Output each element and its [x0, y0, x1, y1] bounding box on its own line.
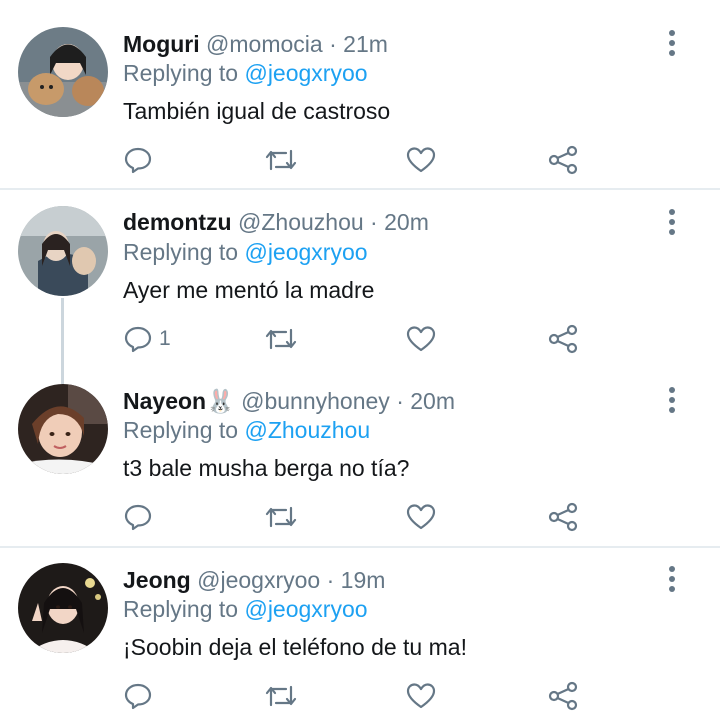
replying-to: Replying to @jeogxryoo: [123, 595, 368, 623]
replying-prefix: Replying to: [123, 417, 245, 443]
tweet-header: Moguri @momocia · 21m: [123, 30, 388, 58]
retweet-icon: [265, 328, 297, 350]
avatar[interactable]: [18, 384, 108, 474]
more-options-icon[interactable]: [662, 385, 682, 415]
username[interactable]: @jeogxryoo: [197, 567, 320, 593]
retweet-button[interactable]: [264, 500, 298, 534]
share-button[interactable]: [548, 500, 578, 534]
separator: ·: [322, 31, 344, 57]
tweet-header: demontzu @Zhouzhou · 20m: [123, 208, 429, 236]
retweet-button[interactable]: [264, 143, 298, 177]
heart-icon: [406, 326, 436, 352]
name-emoji: 🐰: [206, 388, 235, 414]
share-icon: [548, 145, 578, 175]
display-name[interactable]: Moguri: [123, 31, 200, 57]
more-options-icon[interactable]: [662, 564, 682, 594]
avatar[interactable]: [18, 206, 108, 296]
share-button[interactable]: [548, 679, 578, 713]
like-button[interactable]: [406, 679, 436, 713]
display-name[interactable]: demontzu: [123, 209, 232, 235]
divider: [0, 188, 720, 190]
share-button[interactable]: [548, 322, 578, 356]
username[interactable]: @Zhouzhou: [238, 209, 364, 235]
share-button[interactable]: [548, 143, 578, 177]
username[interactable]: @bunnyhoney: [241, 388, 390, 414]
separator: ·: [363, 209, 385, 235]
share-icon: [548, 681, 578, 711]
like-button[interactable]: [406, 500, 436, 534]
replying-to: Replying to @jeogxryoo: [123, 238, 368, 266]
mention-link[interactable]: @jeogxryoo: [244, 596, 367, 622]
like-button[interactable]: [406, 322, 436, 356]
reply-icon: [124, 683, 152, 710]
reply-icon: [124, 504, 152, 531]
timestamp[interactable]: 19m: [341, 567, 386, 593]
reply-button[interactable]: [123, 679, 159, 713]
timestamp[interactable]: 20m: [410, 388, 455, 414]
display-name[interactable]: Nayeon: [123, 388, 206, 414]
retweet-icon: [265, 506, 297, 528]
reply-count: 1: [159, 327, 171, 350]
mention-link[interactable]: @jeogxryoo: [244, 60, 367, 86]
reply-button[interactable]: 1: [123, 322, 171, 356]
separator: ·: [389, 388, 411, 414]
tweet-text: También igual de castroso: [123, 98, 391, 124]
tweet-header: Jeong @jeogxryoo · 19m: [123, 566, 385, 594]
tweet-text: Ayer me mentó la madre: [123, 277, 375, 303]
tweet-text: ¡Soobin deja el teléfono de tu ma!: [123, 634, 467, 660]
retweet-button[interactable]: [264, 322, 298, 356]
avatar[interactable]: [18, 563, 108, 653]
display-name[interactable]: Jeong: [123, 567, 191, 593]
separator: ·: [320, 567, 341, 593]
reply-icon: [124, 326, 152, 353]
timestamp[interactable]: 20m: [384, 209, 429, 235]
replying-prefix: Replying to: [123, 60, 245, 86]
tweet-header: Nayeon🐰 @bunnyhoney · 20m: [123, 387, 455, 415]
more-options-icon[interactable]: [662, 28, 682, 58]
retweet-button[interactable]: [264, 679, 298, 713]
retweet-icon: [265, 685, 297, 707]
tweet-text: t3 bale musha berga no tía?: [123, 455, 410, 481]
mention-link[interactable]: @jeogxryoo: [244, 239, 367, 265]
replying-to: Replying to @Zhouzhou: [123, 416, 370, 444]
replying-prefix: Replying to: [123, 596, 245, 622]
username[interactable]: @momocia: [206, 31, 323, 57]
thread-line: [61, 298, 64, 384]
replying-prefix: Replying to: [123, 239, 245, 265]
heart-icon: [406, 147, 436, 173]
reply-button[interactable]: [123, 500, 159, 534]
divider: [0, 546, 720, 548]
share-icon: [548, 324, 578, 354]
retweet-icon: [265, 149, 297, 171]
share-icon: [548, 502, 578, 532]
timestamp[interactable]: 21m: [343, 31, 388, 57]
reply-icon: [124, 147, 152, 174]
replying-to: Replying to @jeogxryoo: [123, 59, 368, 87]
like-button[interactable]: [406, 143, 436, 177]
more-options-icon[interactable]: [662, 207, 682, 237]
avatar[interactable]: [18, 27, 108, 117]
mention-link[interactable]: @Zhouzhou: [244, 417, 370, 443]
heart-icon: [406, 504, 436, 530]
heart-icon: [406, 683, 436, 709]
reply-button[interactable]: [123, 143, 159, 177]
